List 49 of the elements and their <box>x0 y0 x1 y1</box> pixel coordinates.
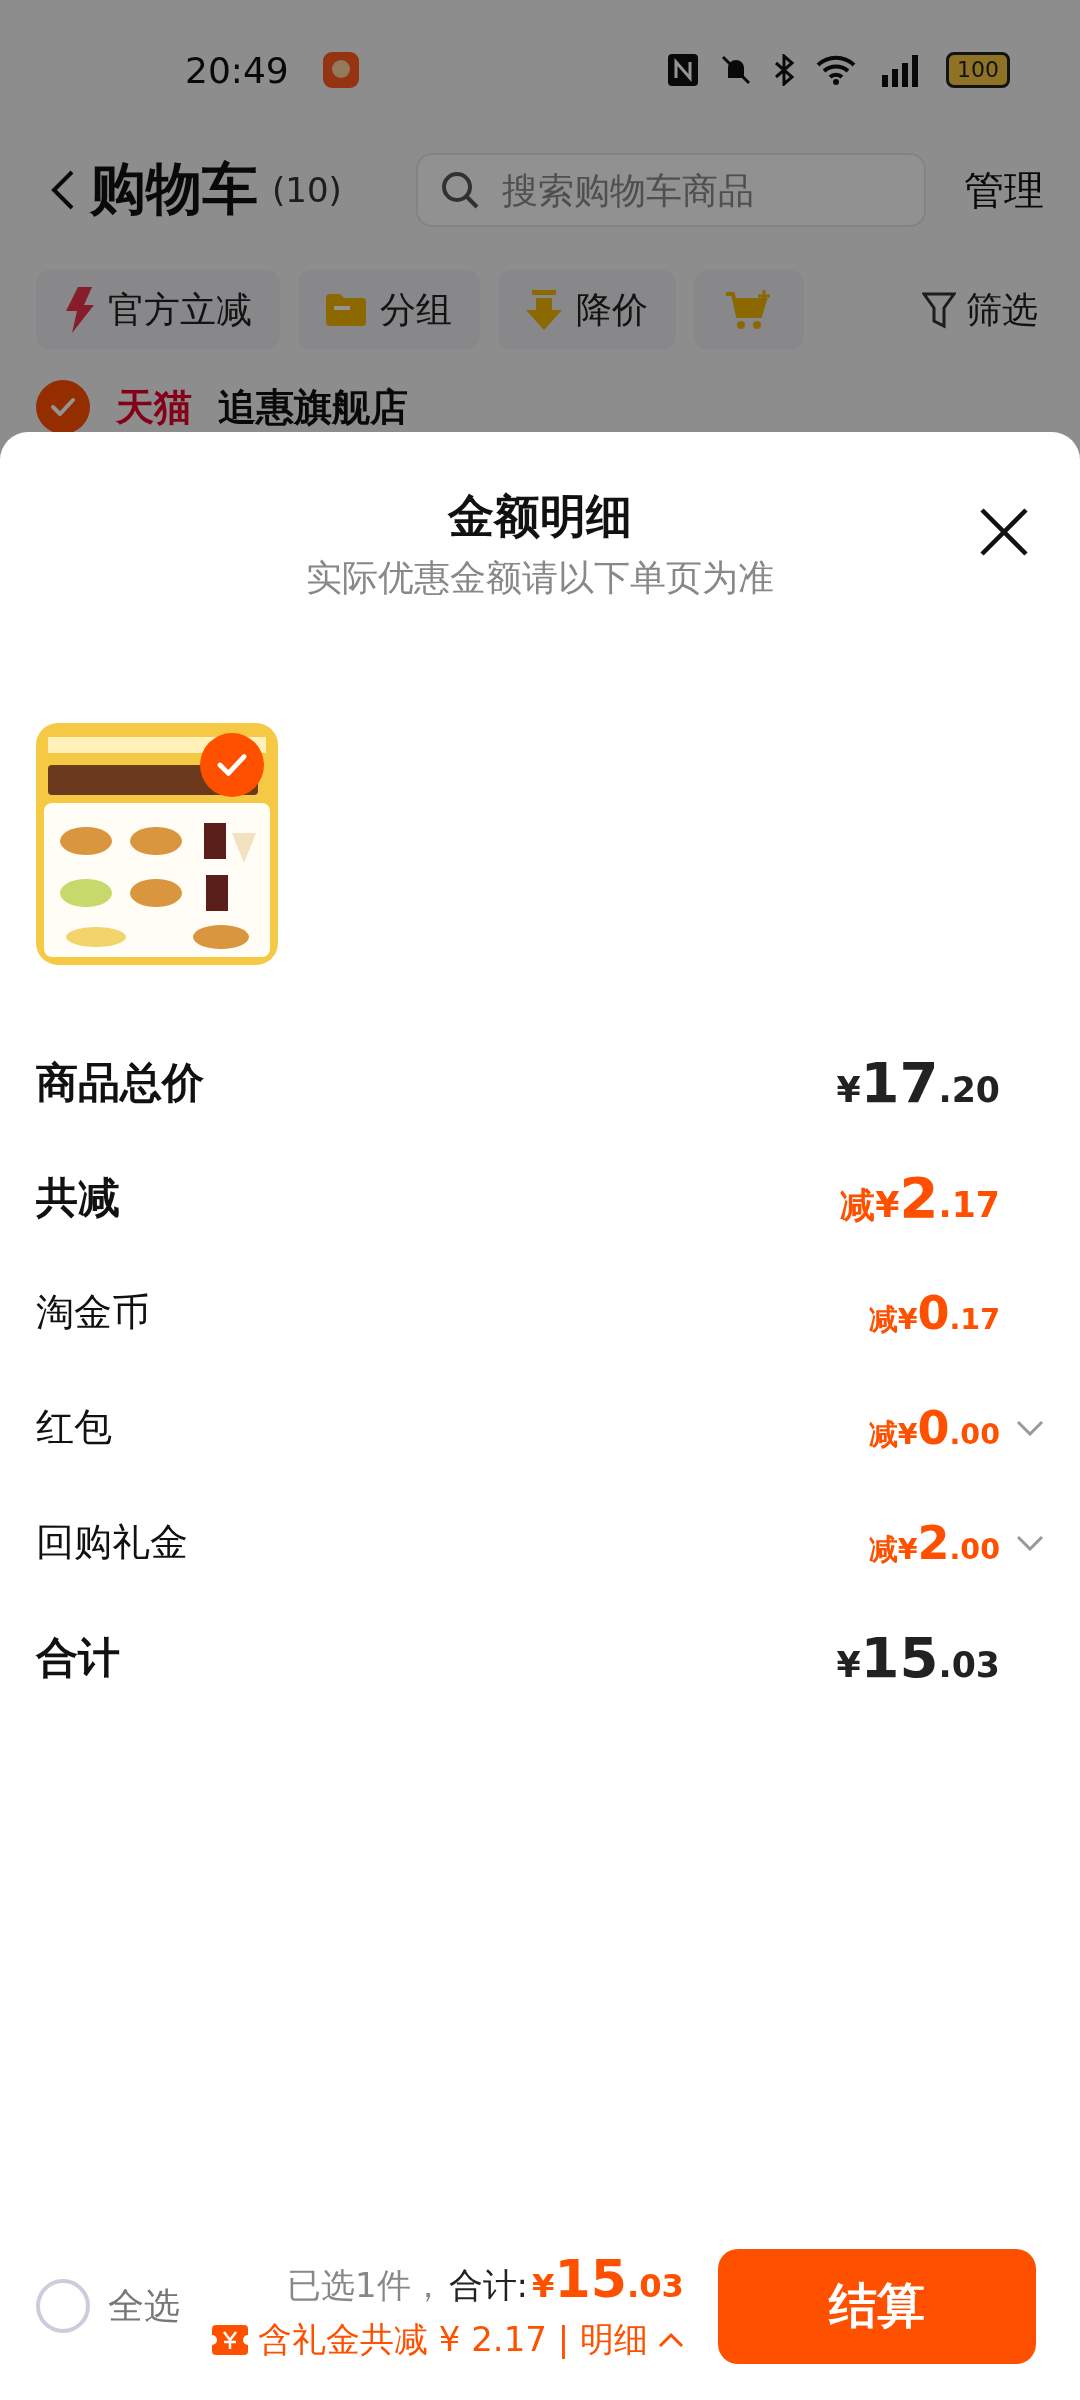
amount-label: 合计 <box>36 1631 120 1684</box>
funnel-icon <box>922 291 956 329</box>
total-price: ¥15.03 <box>532 2249 684 2309</box>
sheet-subtitle: 实际优惠金额请以下单页为准 <box>306 556 774 600</box>
amount-label: 回购礼金 <box>36 1519 188 1566</box>
wifi-icon <box>816 55 856 85</box>
cart-add-icon <box>726 290 772 330</box>
amount-value: 减¥2.00 <box>868 1515 1000 1570</box>
app-icon <box>322 52 359 88</box>
amount-label: 商品总价 <box>36 1056 204 1109</box>
battery-level: 100 <box>946 52 1010 88</box>
sheet-title: 金额明细 <box>448 488 632 545</box>
amount-label: 共减 <box>36 1171 120 1224</box>
search-field[interactable]: 搜索购物车商品 <box>415 153 926 227</box>
page-title: 购物车 <box>90 155 258 223</box>
amount-value: ¥15.03 <box>836 1625 1000 1690</box>
select-all-label: 全选 <box>108 2283 180 2328</box>
amount-value: ¥17.20 <box>836 1050 1000 1115</box>
filter-chip[interactable]: 分组 <box>298 270 480 350</box>
filter-chip[interactable]: 降价 <box>498 270 676 350</box>
cart-count: (10) <box>272 170 342 210</box>
store-checkbox[interactable] <box>36 380 90 434</box>
mute-bell-icon <box>720 54 752 86</box>
filter-chip[interactable]: 官方立减 <box>36 270 280 350</box>
selected-count: 已选1件， <box>286 2264 445 2307</box>
manage-button[interactable]: 管理 <box>964 162 1044 218</box>
back-icon[interactable] <box>50 168 76 212</box>
folder-icon <box>326 294 366 326</box>
down-arrow-icon <box>526 290 562 330</box>
amount-value: 减¥0.17 <box>868 1285 1000 1340</box>
amount-label: 淘金币 <box>36 1289 150 1336</box>
filter-button[interactable]: 筛选 <box>916 284 1044 336</box>
amount-value: 减¥0.00 <box>868 1400 1000 1455</box>
total-label: 合计: <box>448 2264 529 2307</box>
coupon-icon <box>211 2325 248 2355</box>
status-time: 20:49 <box>185 49 289 91</box>
chevron-down-icon[interactable] <box>1016 1534 1044 1551</box>
amount-value: 减¥2.17 <box>840 1165 1000 1230</box>
discount-detail-link[interactable]: 含礼金共减 ¥ 2.17 | 明细 <box>257 2317 648 2363</box>
lightning-icon <box>64 287 94 333</box>
store-name[interactable]: 追惠旗舰店 <box>218 381 408 433</box>
nfc-icon <box>668 54 698 86</box>
platform-label: 天猫 <box>116 383 192 431</box>
chevron-down-icon[interactable] <box>1016 1419 1044 1436</box>
select-all-radio[interactable] <box>36 2279 90 2333</box>
amount-label: 红包 <box>36 1404 112 1451</box>
bluetooth-icon <box>774 54 794 86</box>
caret-up-icon <box>658 2332 684 2348</box>
checkout-button[interactable]: 结算 <box>718 2248 1036 2364</box>
